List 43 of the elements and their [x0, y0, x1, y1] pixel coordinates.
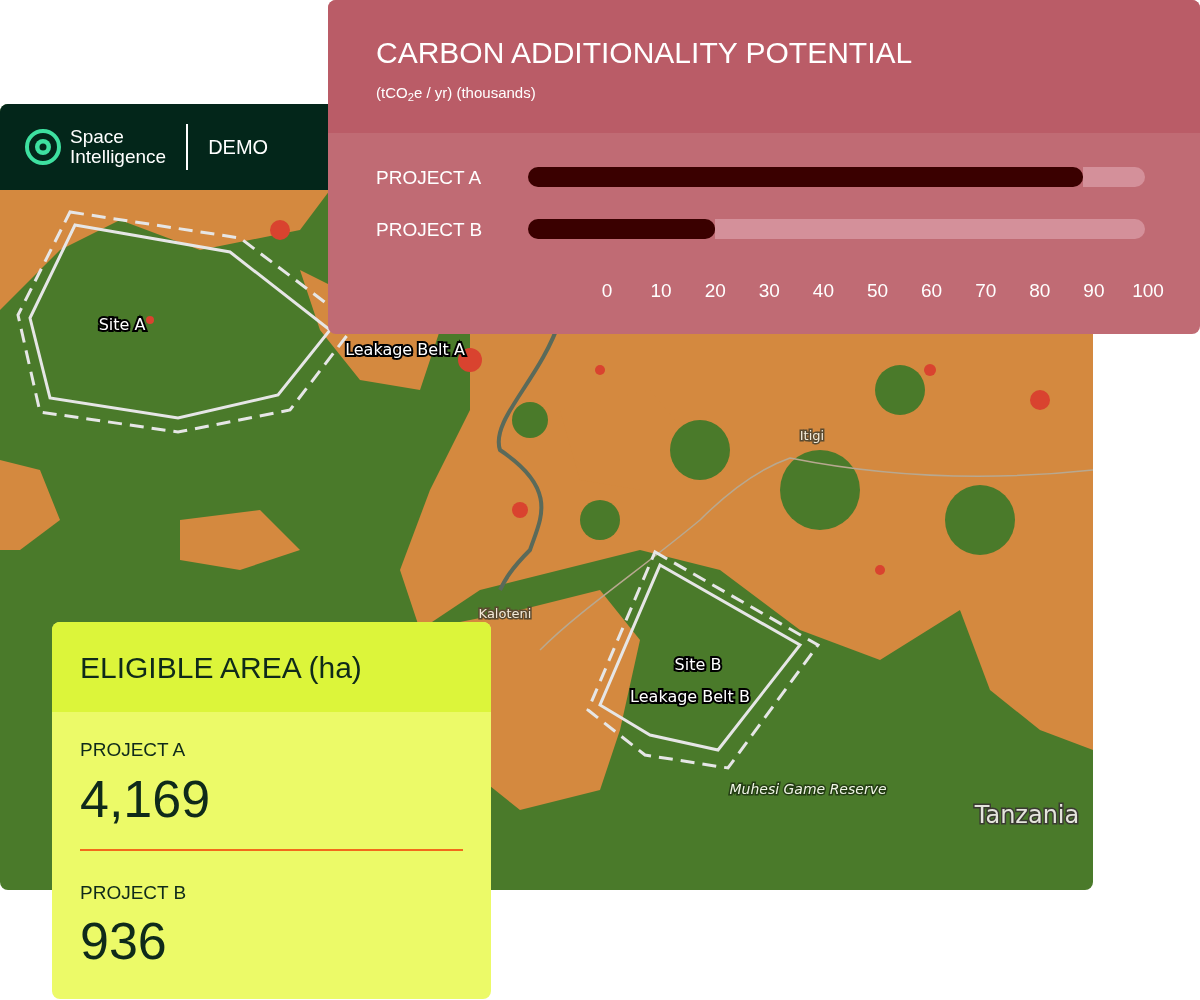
tick-label: 10: [650, 280, 672, 301]
site-label: Site B: [674, 655, 722, 674]
forest-patch: [670, 420, 730, 480]
bar-label: PROJECT B: [376, 219, 483, 240]
forest-patch: [512, 402, 548, 438]
tick-label: 80: [1029, 280, 1051, 301]
brand-name: Space: [70, 127, 125, 147]
tick-label: 100: [1132, 280, 1164, 301]
deforestation-patch: [875, 565, 885, 575]
tick-label: 0: [601, 280, 613, 301]
tick-label: 40: [812, 280, 834, 301]
bar-label: PROJECT A: [376, 167, 482, 188]
reserve-label: Muhesi Game Reserve: [729, 781, 887, 797]
concentric-circles-logo-icon: [24, 128, 62, 166]
forest-patch: [945, 485, 1015, 555]
tick-label: 90: [1083, 280, 1105, 301]
area-value: 4,169: [80, 768, 212, 829]
deforestation-patch: [146, 316, 154, 324]
tick-label: 70: [975, 280, 997, 301]
card-subtitle: (tCO$_{2}$e / yr) (thousands): [376, 83, 537, 105]
forest-patch: [875, 365, 925, 415]
deforestation-patch: [270, 220, 290, 240]
card-title: CARBON ADDITIONALITY POTENTIAL: [376, 36, 914, 70]
mode-label: DEMO: [208, 135, 269, 160]
deforestation-patch: [924, 364, 936, 376]
tick-label: 20: [704, 280, 726, 301]
site-label: Leakage Belt A: [345, 340, 465, 359]
card-title: ELIGIBLE AREA (ha): [80, 649, 362, 686]
tick-label: 60: [921, 280, 943, 301]
tick-label: 30: [758, 280, 780, 301]
project-label: PROJECT A: [80, 738, 187, 762]
forest-patch: [580, 500, 620, 540]
tick-label: 50: [866, 280, 889, 301]
brand-name: Intelligence: [70, 147, 167, 167]
site-label: Leakage Belt B: [630, 687, 750, 706]
site-label: Site A: [98, 315, 146, 334]
deforestation-patch: [595, 365, 605, 375]
project-label: PROJECT B: [80, 880, 188, 905]
area-value: 936: [80, 911, 168, 971]
deforestation-patch: [1030, 390, 1050, 410]
deforestation-patch: [512, 502, 528, 518]
place-label: Itigi: [799, 428, 825, 443]
country-label: Tanzania: [974, 801, 1080, 829]
